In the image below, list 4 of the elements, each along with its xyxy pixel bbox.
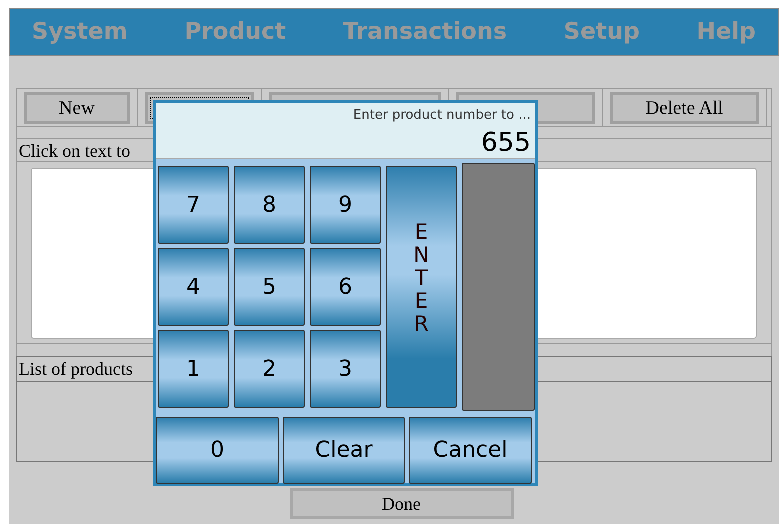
section-label: List of products [18, 358, 133, 381]
prompt-text: Enter product number to ... [353, 107, 531, 125]
section-label: Click on text to [18, 141, 130, 161]
entry-value: 655 [481, 128, 531, 158]
